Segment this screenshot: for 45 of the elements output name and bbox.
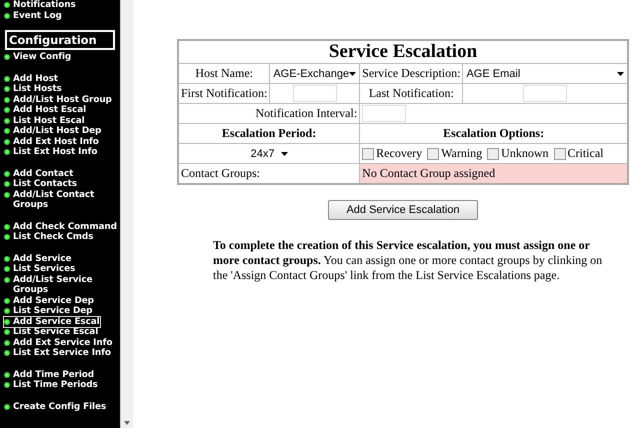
nav-link[interactable]: Add/List Service Groups bbox=[4, 274, 120, 296]
nav-link[interactable]: List Service Escal bbox=[4, 327, 98, 338]
nav-link[interactable]: Create Config Files bbox=[4, 402, 106, 412]
field-label: Last Notification: bbox=[360, 84, 463, 104]
nav-link[interactable]: List Contacts bbox=[4, 179, 77, 190]
nav-link[interactable]: Add Service Escal bbox=[4, 316, 100, 327]
nav-link[interactable]: Add Check Command bbox=[4, 222, 117, 232]
nav-link[interactable]: Add Host bbox=[4, 74, 58, 84]
nav-link[interactable]: List Time Periods bbox=[4, 380, 98, 390]
nav-link[interactable]: Add Time Period bbox=[4, 370, 94, 380]
nav-link[interactable]: Add/List Host Dep bbox=[4, 126, 102, 136]
nav-link[interactable]: List Check Cmds bbox=[4, 232, 94, 242]
section-heading: Configuration bbox=[5, 30, 115, 50]
nav-link[interactable]: Notifications bbox=[4, 0, 76, 10]
field-label: Host Name: bbox=[178, 64, 270, 84]
nav-link[interactable]: Add/List Contact Groups bbox=[4, 190, 120, 210]
nav-link[interactable]: Add/List Host Group bbox=[4, 94, 112, 105]
nav-link[interactable]: Event Log bbox=[4, 10, 62, 21]
nav-link[interactable]: Add Service bbox=[4, 254, 72, 264]
checkbox-label: Unknown bbox=[501, 146, 549, 161]
checkbox-label: Critical bbox=[568, 146, 604, 161]
nav-link[interactable]: Add Ext Service Info bbox=[4, 338, 112, 348]
checkbox-label: Recovery bbox=[376, 146, 422, 161]
nav-link[interactable]: List Host Escal bbox=[4, 116, 85, 126]
host-select[interactable]: AGE-Exchange bbox=[272, 66, 358, 80]
instruction-text: To complete the creation of this Service escalation, you must assign one or more contact groups. You can assign one or more contact groups by clinking on the 'Assign Contact Groups' link from the List Service Escalations page. bbox=[213, 238, 603, 283]
field-label: First Notification: bbox=[178, 84, 270, 104]
nav-link[interactable]: View Config bbox=[4, 52, 72, 62]
nav-link[interactable]: List Service Dep bbox=[4, 306, 92, 316]
nav-link[interactable]: Add Service Dep bbox=[4, 296, 94, 306]
nav-link[interactable]: List Ext Host Info bbox=[4, 147, 98, 158]
field-label: Service Description: bbox=[360, 64, 463, 84]
period-select[interactable]: 24x7 bbox=[250, 148, 288, 160]
nav-link[interactable]: Add Ext Host Info bbox=[4, 136, 99, 147]
nav-link[interactable]: Add Contact bbox=[4, 168, 74, 179]
nav-link[interactable]: List Services bbox=[4, 264, 76, 274]
nav-link[interactable]: Add Host Escal bbox=[4, 105, 86, 116]
section-label: Escalation Period: bbox=[178, 124, 360, 144]
nav-link[interactable]: List Ext Service Info bbox=[4, 348, 111, 358]
warning-cell: No Contact Group assigned bbox=[360, 164, 628, 184]
nav-link[interactable]: List Hosts bbox=[4, 84, 62, 94]
checkbox-label: Warning bbox=[441, 146, 482, 161]
field-label: Notification Interval: bbox=[178, 104, 360, 124]
service-select[interactable]: AGE Email bbox=[465, 66, 625, 80]
add-button[interactable]: Add Service Escalation bbox=[328, 200, 478, 220]
